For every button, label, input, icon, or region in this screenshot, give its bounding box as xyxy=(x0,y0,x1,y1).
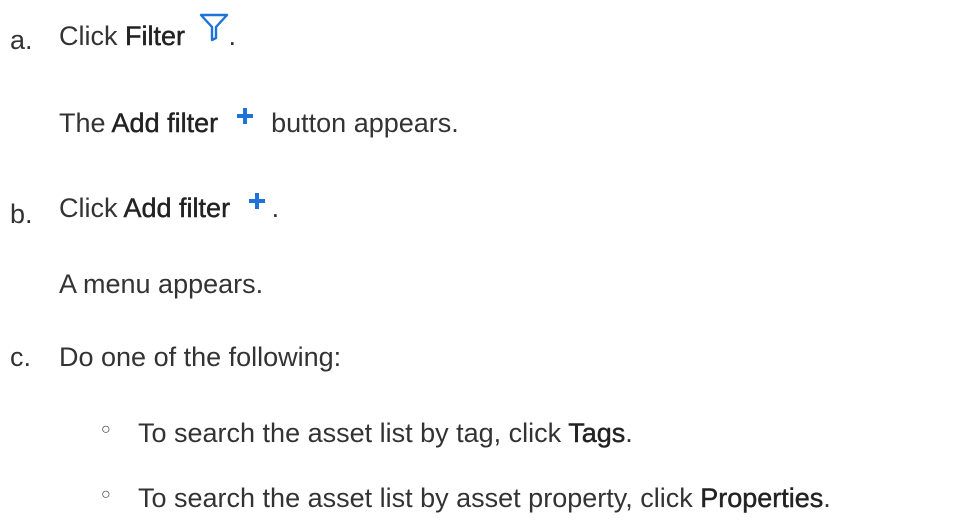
add-filter-label-b: Add filter xyxy=(123,193,231,223)
step-a-marker: a. xyxy=(10,25,33,55)
filter-icon xyxy=(199,12,229,49)
plus-icon xyxy=(248,185,266,217)
step-a-instruction: Click Filter . xyxy=(59,13,237,52)
filter-label: Filter xyxy=(125,21,185,51)
properties-label: Properties xyxy=(700,483,824,513)
tags-label: Tags xyxy=(568,418,626,448)
bullet-1-period: . xyxy=(625,418,633,448)
bullet-2-period: . xyxy=(823,483,831,513)
add-filter-label: Add filter xyxy=(111,108,219,138)
step-a-text: Click xyxy=(59,21,125,51)
list-item: To search the asset list by asset proper… xyxy=(138,482,831,514)
step-b-instruction: Click Add filter . xyxy=(59,192,279,224)
bullet-circle-icon: ○ xyxy=(101,486,111,503)
bullet-2-text: To search the asset list by asset proper… xyxy=(138,483,701,513)
step-c-instruction: Do one of the following: xyxy=(59,342,342,372)
step-b-period: . xyxy=(271,193,280,223)
step-b-text: Click xyxy=(59,193,124,223)
step-b-marker: b. xyxy=(10,199,33,229)
list-item: To search the asset list by tag, click T… xyxy=(138,417,633,449)
bullet-circle-icon: ○ xyxy=(101,421,111,438)
step-c-marker: c. xyxy=(10,342,32,372)
step-a-result-post: button appears. xyxy=(263,108,459,138)
bullet-1-text: To search the asset list by tag, click xyxy=(138,418,569,448)
step-a-result: The Add filter button appears. xyxy=(59,107,459,139)
plus-icon xyxy=(236,100,254,132)
step-a-period: . xyxy=(228,21,237,51)
step-a-result-pre: The xyxy=(59,108,112,138)
step-b-result: A menu appears. xyxy=(59,269,264,299)
